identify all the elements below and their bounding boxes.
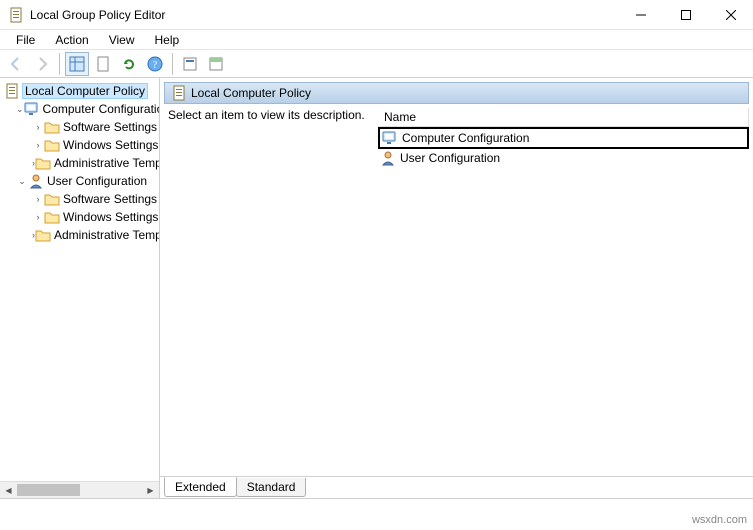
panel-header: Local Computer Policy <box>164 82 749 104</box>
window-title: Local Group Policy Editor <box>30 8 165 22</box>
menu-action[interactable]: Action <box>45 31 98 49</box>
tree-label: Windows Settings <box>63 138 158 152</box>
tree-label: Software Settings <box>63 120 157 134</box>
list-item-user-config[interactable]: User Configuration <box>378 149 749 167</box>
computer-icon <box>24 101 40 117</box>
chevron-down-icon[interactable]: ⌄ <box>16 176 28 187</box>
filter-button[interactable] <box>204 52 228 76</box>
chevron-right-icon[interactable]: › <box>32 212 44 222</box>
tree-user-config[interactable]: ⌄ User Configuration <box>4 172 159 190</box>
tree-label: Administrative Templates <box>54 228 160 242</box>
scroll-right-icon[interactable]: ▶ <box>142 482 159 498</box>
scroll-track[interactable] <box>17 482 142 498</box>
show-hide-tree-button[interactable] <box>65 52 89 76</box>
minimize-button[interactable] <box>618 0 663 30</box>
description-column: Select an item to view its description. <box>168 108 378 476</box>
forward-button[interactable] <box>30 52 54 76</box>
app-icon <box>8 7 24 23</box>
details-panel: Local Computer Policy Select an item to … <box>160 78 753 498</box>
toolbar-separator <box>59 53 60 75</box>
tree-admin-templates[interactable]: › Administrative Templates <box>4 154 159 172</box>
scroll-thumb[interactable] <box>17 484 80 496</box>
title-bar: Local Group Policy Editor <box>0 0 753 30</box>
toolbar <box>0 50 753 78</box>
tree-label: User Configuration <box>47 174 147 188</box>
help-button[interactable] <box>143 52 167 76</box>
folder-icon <box>35 155 51 171</box>
tree-label: Software Settings <box>63 192 157 206</box>
panel-title: Local Computer Policy <box>191 86 311 100</box>
tree-label: Computer Configuration <box>43 102 160 116</box>
chevron-right-icon[interactable]: › <box>32 122 44 132</box>
scroll-left-icon[interactable]: ◀ <box>0 482 17 498</box>
refresh-button[interactable] <box>117 52 141 76</box>
folder-icon <box>44 119 60 135</box>
maximize-button[interactable] <box>663 0 708 30</box>
tree-label: Administrative Templates <box>54 156 160 170</box>
user-icon <box>28 173 44 189</box>
description-text: Select an item to view its description. <box>168 108 378 122</box>
menu-file[interactable]: File <box>6 31 45 49</box>
tree-root[interactable]: Local Computer Policy <box>4 82 159 100</box>
tree-computer-config[interactable]: ⌄ Computer Configuration <box>4 100 159 118</box>
policy-icon <box>4 83 20 99</box>
tree-label: Windows Settings <box>63 210 158 224</box>
main-area: Local Computer Policy ⌄ Computer Configu… <box>0 78 753 498</box>
user-icon <box>380 150 396 166</box>
tab-extended[interactable]: Extended <box>164 477 237 497</box>
folder-icon <box>35 227 51 243</box>
folder-icon <box>44 137 60 153</box>
tree-software-settings-user[interactable]: › Software Settings <box>4 190 159 208</box>
list-item-label: User Configuration <box>400 151 500 165</box>
tree-root-label: Local Computer Policy <box>22 83 148 99</box>
back-button[interactable] <box>4 52 28 76</box>
chevron-down-icon[interactable]: ⌄ <box>16 104 24 115</box>
watermark: wsxdn.com <box>692 514 747 526</box>
tree-windows-settings-user[interactable]: › Windows Settings <box>4 208 159 226</box>
policy-icon <box>171 85 187 101</box>
menu-bar: File Action View Help <box>0 30 753 50</box>
toolbar-separator <box>172 53 173 75</box>
menu-help[interactable]: Help <box>145 31 190 49</box>
tab-strip: Extended Standard <box>160 476 753 498</box>
tree-windows-settings[interactable]: › Windows Settings <box>4 136 159 154</box>
export-list-button[interactable] <box>91 52 115 76</box>
menu-view[interactable]: View <box>99 31 145 49</box>
status-bar <box>0 498 753 520</box>
chevron-right-icon[interactable]: › <box>32 194 44 204</box>
list-item-label: Computer Configuration <box>402 131 529 145</box>
close-button[interactable] <box>708 0 753 30</box>
column-name-header[interactable]: Name <box>378 108 749 126</box>
folder-icon <box>44 209 60 225</box>
computer-icon <box>382 130 398 146</box>
list-header[interactable]: Name <box>378 108 749 127</box>
tree-horizontal-scrollbar[interactable]: ◀ ▶ <box>0 481 159 498</box>
tree-panel: Local Computer Policy ⌄ Computer Configu… <box>0 78 160 498</box>
chevron-right-icon[interactable]: › <box>32 140 44 150</box>
list-item-computer-config[interactable]: Computer Configuration <box>378 127 749 149</box>
tree-admin-templates-user[interactable]: › Administrative Templates <box>4 226 159 244</box>
tree-software-settings[interactable]: › Software Settings <box>4 118 159 136</box>
folder-icon <box>44 191 60 207</box>
list-column: Name Computer Configuration User Configu… <box>378 108 749 476</box>
tab-standard[interactable]: Standard <box>236 478 307 497</box>
properties-button[interactable] <box>178 52 202 76</box>
